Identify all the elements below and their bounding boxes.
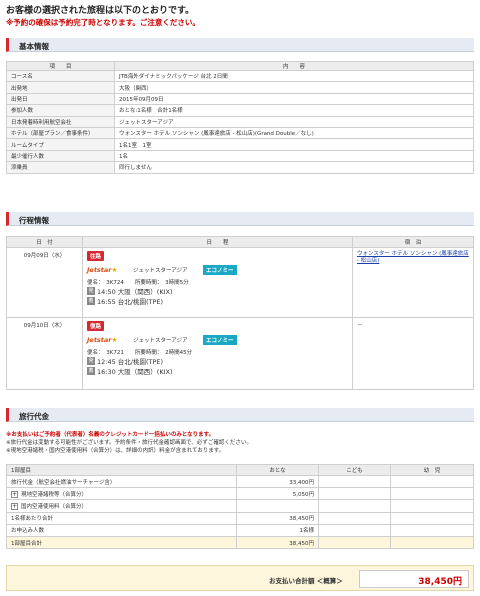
outbound-badge: 往路 <box>87 251 105 261</box>
row-label: 添乗員 <box>6 161 115 174</box>
row-label: 参加人数 <box>6 104 115 117</box>
col-category-header: 1部屋目 <box>6 464 237 476</box>
itinerary-day: 09月09日（水） 往路 Jetstar★ ジェットスターアジア エコノミー 便… <box>6 247 474 318</box>
table-row: 添乗員 同行しません <box>6 161 474 174</box>
row-value: ウォンスター ホテル ソンシャン (鳳事達旅店 - 松山店)(Grand Dou… <box>114 126 474 140</box>
fare-change-note: ※旅行代金は変動する可能性がございます。予約条件・旅行代金確認画面で、必ずご確認… <box>6 440 252 446</box>
fare-adult: 5,050円 <box>236 487 319 501</box>
table-row: コース名 JTB海外ダイナミックパッケージ 台北 2日間 <box>6 69 474 83</box>
arrival-time: 16:30 大阪（関西）(KIX) <box>97 368 173 376</box>
table-row: ホテル（部屋プラン／食事条件） ウォンスター ホテル ソンシャン (鳳事達旅店 -… <box>6 126 474 140</box>
row-value: 同行しません <box>114 161 474 174</box>
arrival-icon: 着 <box>87 367 95 375</box>
row-label: ホテル（部屋プラン／食事条件） <box>6 126 115 140</box>
table-row: 旅行代金（航空会社燃油サーチャージ含） 33,400円 <box>6 474 474 489</box>
table-row: 最少催行人数 1名 <box>6 149 474 163</box>
row-value: おとな:1名様 合計1名様 <box>114 104 474 117</box>
reservation-note: ※予約の確保は予約完了時となります。ご注意ください。 <box>6 18 200 27</box>
departure-icon: 発 <box>87 357 95 365</box>
col-adult-header: おとな <box>236 464 319 476</box>
col-content-header: 内 容 <box>114 61 474 71</box>
section-fare: 旅行代金 <box>6 408 474 422</box>
table-row: + 国内空港使用料（合算分） <box>6 499 474 513</box>
table-row: + 現地空港諸税等（合算分） 5,050円 <box>6 487 474 501</box>
fare-label: 国内空港使用料（合算分） <box>21 503 88 510</box>
table-row: 出発日 2015年09月09日 <box>6 92 474 106</box>
table-row: 出発地 大阪（関西） <box>6 81 474 94</box>
payment-total-box: 38,450円 <box>359 570 469 588</box>
payment-total-bar: お支払い合計額 ＜概算＞ 38,450円 <box>6 565 474 591</box>
itinerary-day: 09月10日（木） 復路 Jetstar★ ジェットスターアジア エコノミー 便… <box>6 317 474 390</box>
airline-name: ジェットスターアジア <box>133 338 188 344</box>
col-item-header: 項 目 <box>6 61 115 71</box>
fare-adult: 1名様 <box>236 523 319 537</box>
section-basic-info: 基本情報 <box>6 38 474 52</box>
fare-label: 旅行代金（航空会社燃油サーチャージ含） <box>6 474 237 489</box>
col-date-header: 日 付 <box>6 236 83 248</box>
flight-info: 便名： 3K721 所要時間： 2時間45分 <box>87 350 193 356</box>
fare-label: 1名様あたり合計 <box>6 511 237 525</box>
fare-notes: ※お支払いはご予約者（代表者）名義のクレジットカード一括払いのみとなります。 ※… <box>6 431 252 455</box>
section-title: 基本情報 <box>19 42 49 51</box>
col-infant-header: 幼 児 <box>390 464 474 476</box>
cabin-badge: エコノミー <box>203 265 237 275</box>
table-row: 日本発着時利用航空会社 ジェットスターアジア <box>6 115 474 128</box>
payment-total-amount: 38,450円 <box>418 577 462 587</box>
departure-time: 12:45 台北/桃園(TPE) <box>97 358 164 366</box>
departure-time: 14:50 大阪（関西）(KIX) <box>97 288 173 296</box>
day-date: 09月10日（木） <box>6 317 83 390</box>
expand-icon[interactable]: + <box>11 490 18 498</box>
table-row: 1部屋目合計 38,450円 <box>6 535 474 550</box>
table-row: ルームタイプ 1名1室 1室 <box>6 138 474 151</box>
section-title: 旅行代金 <box>19 412 49 421</box>
departure-icon: 発 <box>87 287 95 295</box>
row-label: 最少催行人数 <box>6 149 115 163</box>
fare-label: 現地空港諸税等（合算分） <box>21 491 88 498</box>
tax-note: ※現地空港諸税・国内空港使用料（合算分）は、詳細の内訳）料金が含まれております。 <box>6 448 225 454</box>
col-schedule-header: 日 程 <box>82 236 353 248</box>
day-date: 09月09日（水） <box>6 247 83 318</box>
row-label: 出発日 <box>6 92 115 106</box>
col-stay-header: 宿 泊 <box>352 236 474 248</box>
basic-info-table: 項 目内 容 コース名 JTB海外ダイナミックパッケージ 台北 2日間 出発地 大阪… <box>6 61 474 174</box>
table-row: 参加人数 おとな:1名様 合計1名様 <box>6 104 474 117</box>
row-value: 2015年09月09日 <box>114 92 474 106</box>
col-child-header: こども <box>318 464 391 476</box>
row-label: 出発地 <box>6 81 115 94</box>
row-label: 日本発着時利用航空会社 <box>6 115 115 128</box>
expand-icon[interactable]: + <box>11 502 18 510</box>
section-itinerary: 行程情報 <box>6 212 474 226</box>
fare-adult: 33,400円 <box>236 474 319 489</box>
row-value: 大阪（関西） <box>114 81 474 94</box>
page-heading: お客様の選択された旅程は以下のとおりです。 <box>6 6 195 16</box>
fare-label: お申込み人数 <box>6 523 237 537</box>
cabin-badge: エコノミー <box>203 335 237 345</box>
arrival-icon: 着 <box>87 297 95 305</box>
hotel-link[interactable]: ウォンスター ホテル ソンシャン (鳳事達旅店 - 松山店) <box>357 251 469 264</box>
row-value: 1名1室 1室 <box>114 138 474 151</box>
section-title: 行程情報 <box>19 216 49 225</box>
row-label: コース名 <box>6 69 115 83</box>
itinerary-table: 日 付日 程宿 泊 09月09日（水） 往路 Jetstar★ ジェットスターア… <box>6 236 474 390</box>
row-label: ルームタイプ <box>6 138 115 151</box>
table-row: 1名様あたり合計 38,450円 <box>6 511 474 525</box>
fare-adult: 38,450円 <box>236 535 319 550</box>
arrival-time: 16:55 台北/桃園(TPE) <box>97 298 164 306</box>
jetstar-logo: Jetstar★ <box>87 266 118 274</box>
flight-info: 便名： 3K724 所要時間： 3時間5分 <box>87 280 189 286</box>
fare-table: 1部屋目 おとな こども幼 児 旅行代金（航空会社燃油サーチャージ含） 33,400円… <box>6 464 474 550</box>
fare-adult: 38,450円 <box>236 511 319 525</box>
table-row: お申込み人数 1名様 <box>6 523 474 537</box>
fare-adult <box>236 499 319 513</box>
row-value: ジェットスターアジア <box>114 115 474 128</box>
payment-note: ※お支払いはご予約者（代表者）名義のクレジットカード一括払いのみとなります。 <box>6 432 215 438</box>
return-badge: 復路 <box>87 321 105 331</box>
jetstar-logo: Jetstar★ <box>87 336 118 344</box>
fare-label: 1部屋目合計 <box>6 535 237 550</box>
row-value: JTB海外ダイナミックパッケージ 台北 2日間 <box>114 69 474 83</box>
stay-none: － <box>352 317 474 390</box>
airline-name: ジェットスターアジア <box>133 268 188 274</box>
row-value: 1名 <box>114 149 474 163</box>
payment-total-label: お支払い合計額 ＜概算＞ <box>269 577 343 585</box>
